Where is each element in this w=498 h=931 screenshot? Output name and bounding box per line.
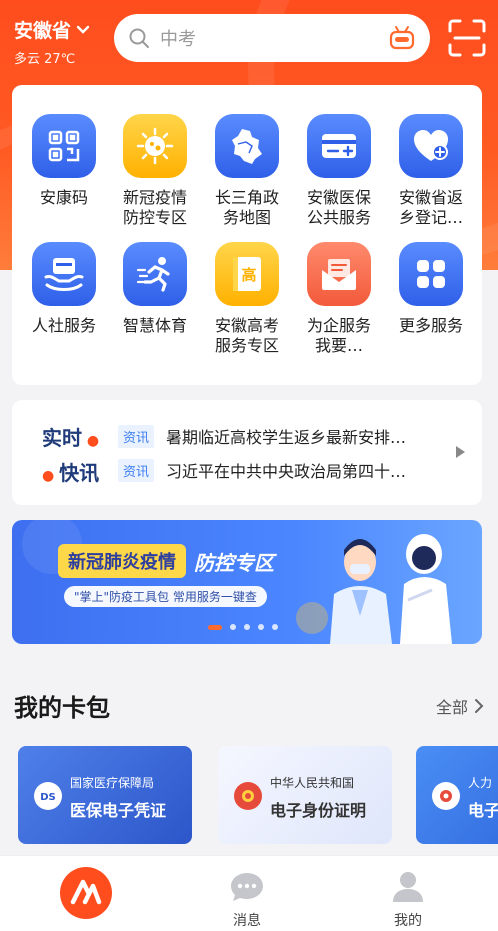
grid-icon bbox=[417, 260, 445, 288]
top-bar: 安徽省 多云 27℃ 中考 bbox=[0, 0, 498, 80]
banner-title-rest: 防控专区 bbox=[194, 550, 274, 575]
qr-code-icon bbox=[48, 130, 80, 162]
play-arrow-icon[interactable] bbox=[454, 444, 466, 460]
wallet-cards: DS 国家医疗保障局 医保电子凭证 中华人民共和国 电子身份证明 人力 电子 bbox=[0, 742, 498, 846]
wallet-card-medical[interactable]: DS 国家医疗保障局 医保电子凭证 bbox=[18, 746, 192, 844]
wallet-title: 我的卡包 bbox=[14, 694, 110, 722]
covid-banner[interactable]: 新冠肺炎疫情 防控专区 "掌上"防疫工具包 常用服务一键查 bbox=[12, 520, 482, 644]
wallet-view-all[interactable]: 全部 bbox=[436, 694, 484, 718]
news-brand-logo: 实时 ● ● 快讯 bbox=[42, 426, 100, 485]
svg-text:DS: DS bbox=[40, 792, 56, 803]
card-name: 电子身份证明 bbox=[270, 801, 367, 820]
runner-icon bbox=[136, 257, 170, 292]
news-tag: 资讯 bbox=[118, 458, 155, 482]
card-issuer: 国家医疗保障局 bbox=[70, 776, 155, 790]
virus-icon bbox=[136, 127, 174, 165]
news-ticker[interactable]: 实时 ● ● 快讯 资讯 暑期临近高校学生返乡最新安排… 资讯 习近平在中共中央… bbox=[12, 400, 482, 505]
banner-title-highlight: 新冠肺炎疫情 bbox=[58, 544, 186, 578]
scan-icon[interactable] bbox=[447, 18, 487, 58]
card-issuer: 中华人民共和国 bbox=[270, 776, 355, 790]
service-smart-sports[interactable]: 智慧体育 bbox=[109, 242, 201, 336]
service-yangtze-map[interactable]: 长三角政 务地图 bbox=[201, 114, 293, 228]
wallet-card-hr[interactable]: 人力 电子 bbox=[416, 746, 498, 844]
service-label: 长三角政 务地图 bbox=[214, 188, 279, 227]
chevron-right-icon bbox=[475, 699, 484, 713]
service-social-security[interactable]: 人社服务 bbox=[18, 242, 110, 336]
weather-text: 多云 27℃ bbox=[14, 52, 76, 67]
tab-label: 消息 bbox=[233, 913, 261, 929]
service-college-exam[interactable]: 高 安徽高考 服务专区 bbox=[201, 242, 293, 356]
card-name: 电子 bbox=[468, 801, 498, 820]
robot-assistant-icon[interactable] bbox=[388, 25, 416, 51]
service-label: 新冠疫情 防控专区 bbox=[122, 188, 187, 227]
news-headline: 习近平在中共中央政治局第四十… bbox=[166, 462, 407, 481]
service-label: 安徽省返 乡登记… bbox=[398, 188, 463, 227]
tab-label: 我的 bbox=[394, 913, 422, 929]
svg-text:高: 高 bbox=[241, 266, 256, 284]
banner-subtitle: "掌上"防疫工具包 常用服务一键查 bbox=[64, 586, 267, 607]
carousel-dot-active[interactable] bbox=[208, 624, 222, 630]
service-label: 更多服务 bbox=[398, 316, 463, 335]
service-label: 安康码 bbox=[39, 188, 88, 207]
service-covid-zone[interactable]: 新冠疫情 防控专区 bbox=[109, 114, 201, 228]
carousel-dot[interactable] bbox=[230, 624, 236, 630]
news-item[interactable]: 资讯 习近平在中共中央政治局第四十… bbox=[118, 458, 422, 482]
news-item[interactable]: 资讯 暑期临近高校学生返乡最新安排… bbox=[118, 424, 422, 448]
hr-social-logo-icon bbox=[432, 782, 460, 810]
medical-card-icon bbox=[322, 134, 356, 158]
exam-book-icon: 高 bbox=[233, 257, 261, 291]
heart-plus-icon bbox=[414, 130, 448, 161]
carousel-indicator bbox=[208, 624, 278, 630]
chat-bubble-icon bbox=[231, 873, 263, 901]
news-tag: 资讯 bbox=[118, 424, 155, 448]
service-label: 人社服务 bbox=[31, 316, 96, 335]
chevron-down-icon bbox=[76, 25, 90, 34]
wallet-header: 我的卡包 全部 bbox=[14, 688, 484, 722]
search-placeholder: 中考 bbox=[160, 29, 196, 50]
service-ankang-code[interactable]: 安康码 bbox=[18, 114, 110, 208]
service-more[interactable]: 更多服务 bbox=[385, 242, 477, 336]
envelope-icon bbox=[322, 259, 356, 290]
bottom-tab-bar: 消息 我的 bbox=[0, 855, 498, 931]
service-enterprise[interactable]: 为企服务 我要… bbox=[293, 242, 385, 356]
user-icon bbox=[393, 872, 423, 902]
national-emblem-icon bbox=[234, 782, 262, 810]
service-label: 为企服务 我要… bbox=[306, 316, 371, 355]
carousel-dot[interactable] bbox=[258, 624, 264, 630]
wallet-card-id[interactable]: 中华人民共和国 电子身份证明 bbox=[218, 746, 392, 844]
home-logo-icon bbox=[60, 867, 112, 919]
card-name: 医保电子凭证 bbox=[70, 801, 167, 820]
search-icon bbox=[129, 28, 149, 48]
service-label: 安徽高考 服务专区 bbox=[214, 316, 279, 355]
map-icon bbox=[232, 129, 262, 164]
carousel-dot[interactable] bbox=[244, 624, 250, 630]
services-grid: 安康码 新冠疫情 防控专区 长三角政 务地图 安徽医保 公共服务 安徽省返 乡登… bbox=[12, 85, 482, 385]
carousel-dot[interactable] bbox=[272, 624, 278, 630]
tab-home[interactable] bbox=[26, 866, 146, 924]
medical-insurance-logo-icon: DS bbox=[34, 782, 62, 810]
card-issuer: 人力 bbox=[468, 776, 493, 790]
tab-messages[interactable]: 消息 bbox=[187, 870, 307, 930]
banner-title: 新冠肺炎疫情 防控专区 bbox=[58, 544, 274, 578]
tab-mine[interactable]: 我的 bbox=[348, 870, 468, 930]
service-label: 安徽医保 公共服务 bbox=[306, 188, 371, 227]
province-name: 安徽省 bbox=[14, 20, 72, 42]
service-medical-insurance[interactable]: 安徽医保 公共服务 bbox=[293, 114, 385, 228]
service-label: 智慧体育 bbox=[122, 316, 187, 335]
search-bar[interactable]: 中考 bbox=[114, 14, 430, 62]
location-selector[interactable]: 安徽省 多云 27℃ bbox=[14, 16, 91, 67]
social-security-icon bbox=[44, 258, 84, 291]
service-return-registration[interactable]: 安徽省返 乡登记… bbox=[385, 114, 477, 228]
news-headline: 暑期临近高校学生返乡最新安排… bbox=[166, 428, 407, 447]
